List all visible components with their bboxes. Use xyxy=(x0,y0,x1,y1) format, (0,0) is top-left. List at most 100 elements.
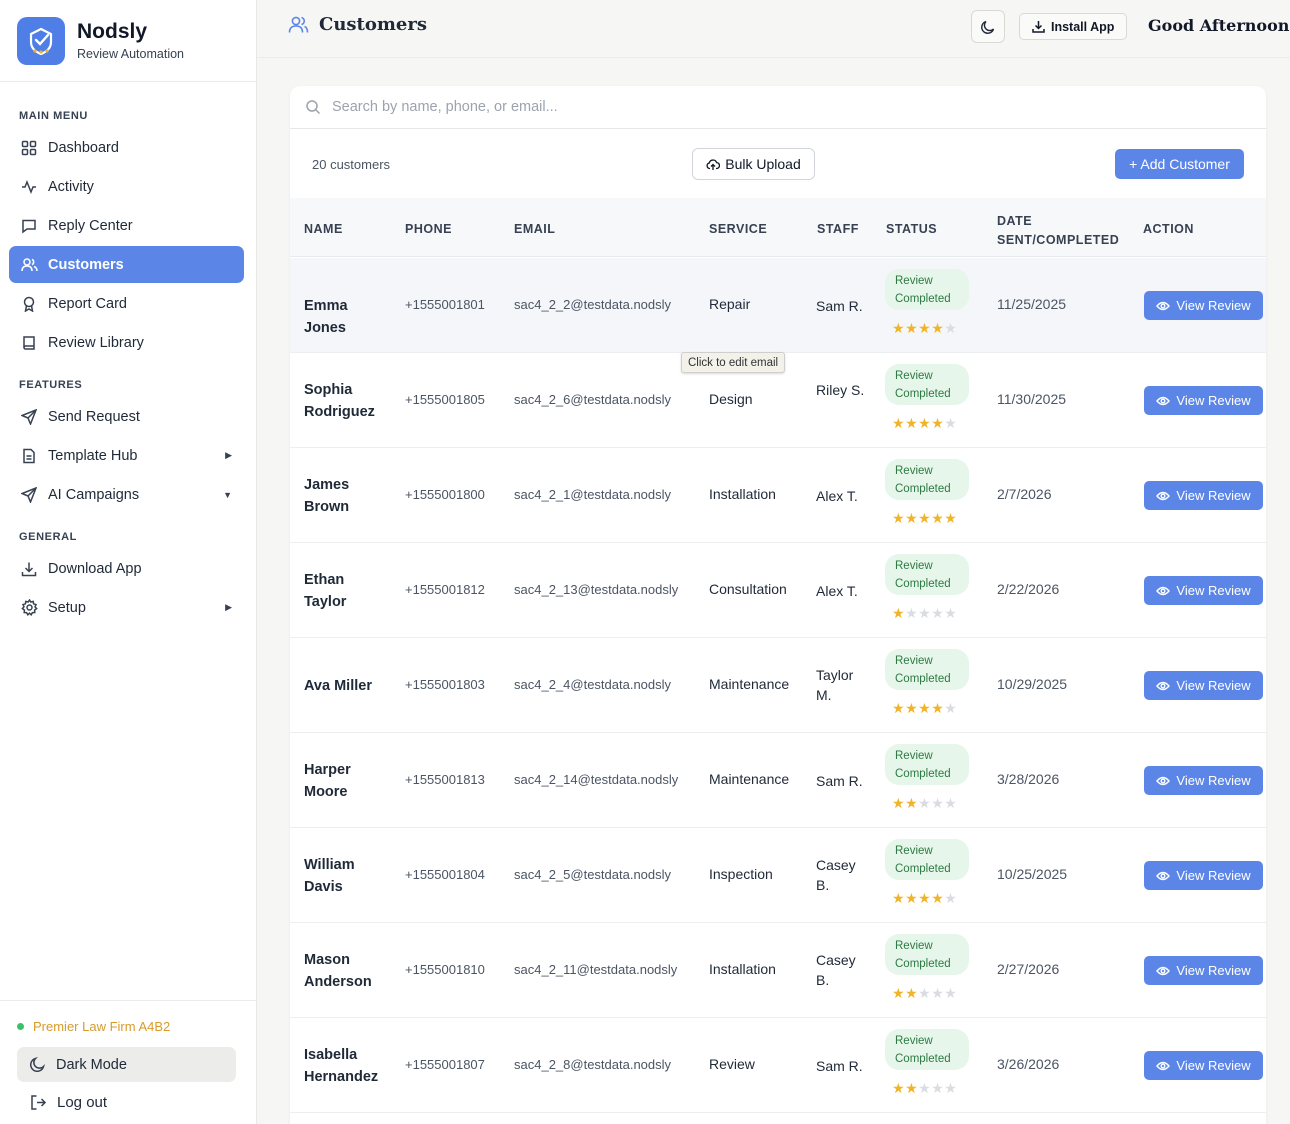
star-icon: ★ xyxy=(918,890,932,906)
customer-phone[interactable]: +1555001812 xyxy=(405,582,485,597)
logout-button[interactable]: Log out xyxy=(30,1094,107,1111)
customer-phone[interactable]: +1555001804 xyxy=(405,867,485,882)
sidebar-item-ai-campaigns[interactable]: AI Campaigns ▼ xyxy=(9,476,244,513)
view-review-button[interactable]: View Review xyxy=(1144,671,1263,700)
table-row[interactable]: Isabella Hernandez +1555001807 sac4_2_8@te… xyxy=(290,1018,1266,1113)
column-header-status[interactable]: STATUS xyxy=(886,222,937,236)
chevron-down-icon[interactable]: ▼ xyxy=(223,490,232,500)
status-badge: Review Completed xyxy=(885,839,969,880)
sidebar-item-label: Customers xyxy=(48,256,124,273)
customer-email[interactable]: sac4_2_5@testdata.nodsly xyxy=(514,867,671,882)
sidebar-item-label: Download App xyxy=(48,560,142,577)
rating-stars: ★★★★★ xyxy=(892,605,957,622)
view-review-button[interactable]: View Review xyxy=(1144,956,1263,985)
firm-indicator[interactable]: Premier Law Firm A4B2 xyxy=(17,1019,170,1034)
search-input[interactable] xyxy=(332,99,1132,115)
search-bar xyxy=(290,86,1266,129)
edit-email-tooltip: Click to edit email xyxy=(681,352,786,373)
install-app-button[interactable]: Install App xyxy=(1019,13,1128,40)
sidebar-item-reply-center[interactable]: Reply Center xyxy=(9,207,244,244)
sidebar-item-dashboard[interactable]: Dashboard xyxy=(9,129,244,166)
customer-email[interactable]: sac4_2_11@testdata.nodsly xyxy=(514,962,677,977)
view-review-button[interactable]: View Review xyxy=(1144,1051,1263,1080)
star-icon: ★ xyxy=(892,985,906,1001)
status-badge: Review Completed xyxy=(885,1029,969,1070)
moon-icon xyxy=(980,19,996,35)
date-sent: 11/30/2025 xyxy=(997,391,1067,407)
customer-phone[interactable]: +1555001800 xyxy=(405,487,485,502)
customer-email[interactable]: sac4_2_2@testdata.nodsly xyxy=(514,297,671,312)
sidebar-item-send-request[interactable]: Send Request xyxy=(9,398,244,435)
table-row[interactable]: Ava Miller +1555001803 sac4_2_4@testdata.n… xyxy=(290,638,1266,733)
column-header-email[interactable]: EMAIL xyxy=(514,222,555,236)
view-review-button[interactable]: View Review xyxy=(1144,481,1263,510)
dark-mode-label: Dark Mode xyxy=(56,1056,127,1073)
customer-phone[interactable]: +1555001807 xyxy=(405,1057,485,1072)
customer-name[interactable]: Ethan Taylor xyxy=(304,569,384,613)
date-sent: 2/27/2026 xyxy=(997,961,1060,977)
column-header-name[interactable]: NAME xyxy=(304,222,343,236)
view-review-button[interactable]: View Review xyxy=(1144,291,1263,320)
star-icon: ★ xyxy=(892,1080,906,1096)
table-row[interactable]: Harper Moore +1555001813 sac4_2_14@testdat… xyxy=(290,733,1266,828)
customer-staff: Alex T. xyxy=(816,583,858,599)
sidebar-item-download-app[interactable]: Download App xyxy=(9,550,244,587)
sidebar-item-customers[interactable]: Customers xyxy=(9,246,244,283)
customer-phone[interactable]: +1555001801 xyxy=(405,297,485,312)
customer-phone[interactable]: +1555001810 xyxy=(405,962,485,977)
sidebar-item-template-hub[interactable]: Template Hub ▶ xyxy=(9,437,244,474)
customer-name[interactable]: Ava Miller xyxy=(304,675,384,697)
customer-name[interactable]: Sophia Rodriguez xyxy=(304,379,384,423)
table-row[interactable]: Emma Jones +1555001801 sac4_2_2@testdata.n… xyxy=(290,258,1266,353)
customer-email[interactable]: sac4_2_13@testdata.nodsly xyxy=(514,582,678,597)
sidebar-item-activity[interactable]: Activity xyxy=(9,168,244,205)
status-badge: Review Completed xyxy=(885,744,969,785)
customer-name[interactable]: Harper Moore xyxy=(304,759,384,803)
customer-email[interactable]: sac4_2_14@testdata.nodsly xyxy=(514,772,678,787)
column-header-date[interactable]: DATE SENT/COMPLETED xyxy=(997,212,1127,250)
customer-email[interactable]: sac4_2_4@testdata.nodsly xyxy=(514,677,671,692)
customer-name[interactable]: James Brown xyxy=(304,474,384,518)
column-header-phone[interactable]: PHONE xyxy=(405,222,452,236)
customer-email[interactable]: sac4_2_1@testdata.nodsly xyxy=(514,487,671,502)
customer-name[interactable]: Isabella Hernandez xyxy=(304,1044,384,1088)
star-icon: ★ xyxy=(918,415,932,431)
sidebar-item-setup[interactable]: Setup ▶ xyxy=(9,589,244,626)
customer-name[interactable]: Mason Anderson xyxy=(304,949,384,993)
table-row[interactable]: Mason Anderson +1555001810 sac4_2_11@testd… xyxy=(290,923,1266,1018)
status-badge: Review Completed xyxy=(885,649,969,690)
view-review-button[interactable]: View Review xyxy=(1144,576,1263,605)
customer-phone[interactable]: +1555001813 xyxy=(405,772,485,787)
star-icon: ★ xyxy=(918,985,932,1001)
customer-phone[interactable]: +1555001803 xyxy=(405,677,485,692)
customer-phone[interactable]: +1555001805 xyxy=(405,392,485,407)
table-row[interactable]: Ethan Taylor +1555001812 sac4_2_13@testdat… xyxy=(290,543,1266,638)
view-review-button[interactable]: View Review xyxy=(1144,386,1263,415)
theme-toggle-button[interactable] xyxy=(971,10,1005,43)
moon-icon xyxy=(29,1056,46,1073)
column-header-staff[interactable]: STAFF xyxy=(817,222,859,236)
star-icon: ★ xyxy=(892,890,906,906)
table-row[interactable]: James Brown +1555001800 sac4_2_1@testdata.… xyxy=(290,448,1266,543)
chevron-right-icon[interactable]: ▶ xyxy=(225,602,232,613)
customer-service: Repair xyxy=(709,296,751,312)
search-icon xyxy=(305,99,321,115)
view-review-button[interactable]: View Review xyxy=(1144,861,1263,890)
customer-email[interactable]: sac4_2_6@testdata.nodsly xyxy=(514,392,671,407)
sidebar-item-report-card[interactable]: Report Card xyxy=(9,285,244,322)
view-review-label: View Review xyxy=(1176,963,1251,978)
sidebar: Nodsly Review Automation MAIN MENU Dashb… xyxy=(0,0,257,1124)
sidebar-item-review-library[interactable]: Review Library xyxy=(9,324,244,361)
bulk-upload-button[interactable]: Bulk Upload xyxy=(692,148,815,180)
table-row[interactable]: William Davis +1555001804 sac4_2_5@testdat… xyxy=(290,828,1266,923)
dark-mode-toggle[interactable]: Dark Mode xyxy=(17,1047,236,1082)
column-header-service[interactable]: SERVICE xyxy=(709,222,767,236)
customer-name[interactable]: Emma Jones xyxy=(304,295,384,339)
page-title: Customers xyxy=(288,14,427,35)
customer-name[interactable]: William Davis xyxy=(304,854,384,898)
view-review-button[interactable]: View Review xyxy=(1144,766,1263,795)
customer-email[interactable]: sac4_2_8@testdata.nodsly xyxy=(514,1057,671,1072)
chevron-right-icon[interactable]: ▶ xyxy=(225,450,232,461)
top-header: Customers Install App Good Afternoon! xyxy=(257,0,1290,58)
add-customer-button[interactable]: + Add Customer xyxy=(1115,149,1244,179)
